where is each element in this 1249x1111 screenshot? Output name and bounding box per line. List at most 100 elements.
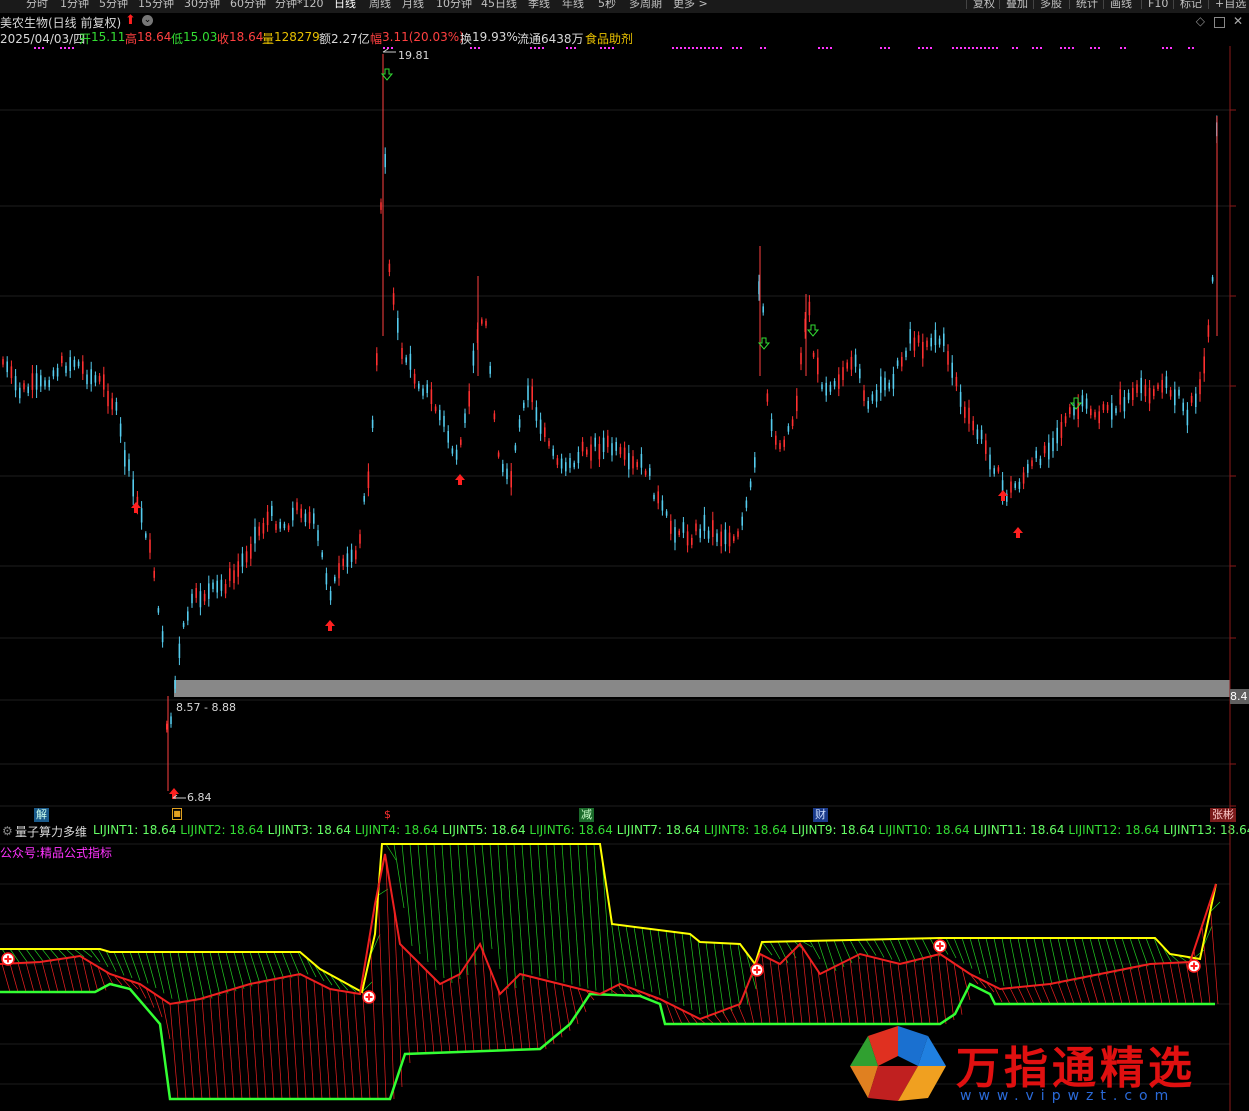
cloud-line-red [1001,988,1011,1005]
high-marker: 19.81 [398,49,430,62]
period-tab-4[interactable]: 30分钟 [184,0,220,9]
magenta-dot [760,47,762,49]
candle-body [460,439,462,445]
event-unlock[interactable]: 解 [34,808,49,822]
chevron-down-icon[interactable]: ⌄ [142,15,153,26]
period-tab-2[interactable]: 5分钟 [99,0,128,9]
candle-body [623,447,626,460]
candle-body [1211,277,1214,282]
diamond-icon[interactable]: ◇ [1196,14,1205,28]
cloud-line-red [369,933,379,1100]
period-tab-0[interactable]: 分时 [26,0,48,9]
period-tab-8[interactable]: 周线 [369,0,391,9]
toolbar-button-3[interactable]: 统计 [1069,0,1098,9]
candle-body [1052,437,1054,452]
magenta-dot [600,47,602,49]
toolbar-button-4[interactable]: 画线 [1103,0,1132,9]
toolbar-button-0[interactable]: 复权 [966,0,995,9]
stock-name[interactable]: 美农生物(日线 前复权) [0,14,121,31]
period-tab-1[interactable]: 1分钟 [60,0,89,9]
candle-body [783,439,785,447]
magenta-dot [478,47,480,49]
magenta-dot [708,47,710,49]
candle-body [552,448,554,456]
cloud-line-green [17,948,29,964]
magenta-dot [383,47,385,49]
cloud-line-green [425,843,437,971]
period-tab-12[interactable]: 季线 [528,0,550,9]
sector-tag[interactable]: 食品助剂 [585,30,633,47]
toolbar-button-2[interactable]: 多股 [1033,0,1062,9]
candle-body [770,419,773,431]
cloud-line-green [705,942,717,1017]
cloud-line-red [73,956,83,993]
cloud-line-green [761,941,773,956]
cloud-line-red [777,962,787,1025]
close-icon[interactable]: ✕ [1233,14,1243,28]
period-tab-11[interactable]: 45日线 [481,0,517,9]
event-reduce[interactable]: 减 [579,808,594,822]
candle-body [812,352,815,357]
period-tab-5[interactable]: 60分钟 [230,0,266,9]
candle-body [233,570,235,584]
candle-body [1165,376,1168,388]
magenta-dot [764,47,766,49]
candlestick-chart[interactable]: 8.57 - 8.88 19.81 6.84 [0,46,1249,808]
candle-body [518,419,521,428]
watermark: 万指通精选 www.vipwzt.com [848,1026,1240,1108]
candle-body [1123,397,1126,412]
candle-body [430,389,433,404]
event-limit[interactable]: 张彬 [1210,808,1236,822]
cloud-line-green [625,925,637,987]
magenta-dot [474,47,476,49]
cloud-line-red [817,970,827,1025]
candle-body [850,356,853,370]
candle-body [1127,392,1130,400]
period-tab-15[interactable]: 多周期 [629,0,662,9]
cloud-line-red [945,957,955,1021]
period-tab-16[interactable]: 更多 > [673,0,708,9]
period-tab-7[interactable]: 日线 [334,0,356,9]
period-tab-13[interactable]: 年线 [562,0,584,9]
period-tab-10[interactable]: 10分钟 [436,0,472,9]
toolbar-button-5[interactable]: F10 [1141,0,1168,9]
event-square-icon[interactable]: ■ [172,808,182,820]
toolbar-button-1[interactable]: 叠加 [999,0,1028,9]
toolbar-button-7[interactable]: +自选 [1208,0,1246,9]
candle-body [640,454,643,468]
candle-body [535,407,538,421]
cloud-line-green [81,948,93,958]
candle-body [292,507,294,521]
cloud-line-green [489,843,501,970]
cloud-line-green [473,843,485,954]
candle-body [279,522,281,529]
event-dividend[interactable]: $ [382,808,393,822]
cloud-line-red [1025,986,1035,1005]
period-tab-9[interactable]: 月线 [402,0,424,9]
period-tab-14[interactable]: 5秒 [598,0,616,9]
candle-body [636,461,638,468]
cloud-line-green [1041,937,1053,985]
candle-body [506,468,508,480]
candle-body [359,534,361,544]
cloud-line-red [377,888,387,1100]
cloud-line-green [377,888,389,896]
candle-body [439,409,441,421]
candle-body [481,319,483,324]
candle-body [539,419,542,434]
candle-body [44,380,46,387]
period-tab-6[interactable]: 分钟*120 [275,0,324,9]
event-finance[interactable]: 财 [813,808,828,822]
period-tab-3[interactable]: 15分钟 [138,0,174,9]
cloud-line-green [449,843,461,980]
candle-body [1098,411,1100,424]
candle-body [1207,325,1210,337]
cloud-line-green [1009,937,1021,989]
magenta-dot [1072,47,1074,49]
candle-body [1199,379,1201,395]
candle-body [203,593,206,602]
cloud-line-red [337,990,347,1100]
toolbar-button-6[interactable]: 标记 [1173,0,1202,9]
magenta-dot [1166,47,1168,49]
maximize-icon[interactable] [1214,17,1225,28]
